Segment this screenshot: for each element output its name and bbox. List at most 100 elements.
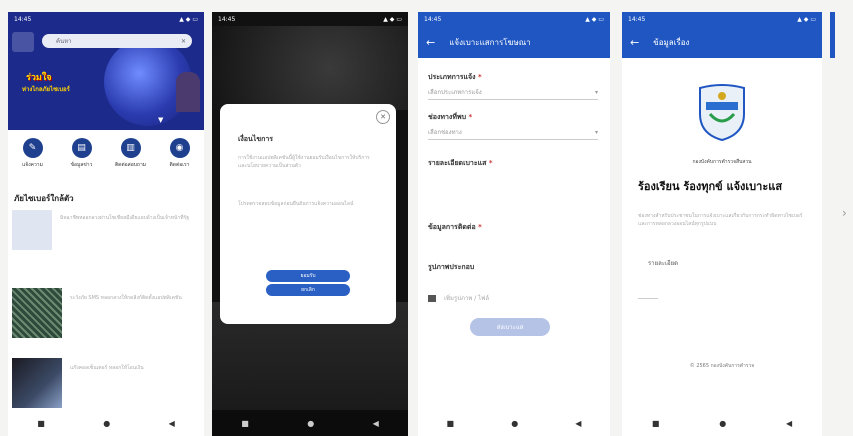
status-time: 14:45	[628, 15, 646, 23]
form-field-detail: รายละเอียดเบาะแส *	[428, 158, 598, 217]
quick-actions: ✎ แจ้งความ ▤ ข้อมูลข่าว ▥ ติดต่อสอบถาม ◉…	[8, 138, 204, 169]
list-item[interactable]: ระวังภัย SMS หลอกลวงให้กดลิงก์ติดตั้งแอป…	[12, 288, 200, 344]
detail-label: รายละเอียด	[648, 260, 679, 267]
form-field-attachment: รูปภาพประกอบ เพิ่มรูปภาพ / ไฟล์	[428, 262, 598, 303]
search-placeholder: ค้นหา	[56, 38, 72, 45]
news-thumbnail	[12, 358, 62, 408]
attach-label: เพิ่มรูปภาพ / ไฟล์	[444, 295, 490, 302]
quick-action-inquiry[interactable]: ▥ ติดต่อสอบถาม	[109, 138, 153, 169]
book-icon: ▥	[120, 138, 141, 158]
cancel-button[interactable]: ยกเลิก	[266, 284, 350, 296]
field-label: ประเภทการแจ้ง *	[428, 73, 482, 81]
close-icon[interactable]: ✕	[181, 38, 186, 45]
contact-input[interactable]	[428, 235, 598, 265]
status-time: 14:45	[424, 15, 442, 23]
back-icon[interactable]: ◀	[786, 419, 792, 428]
list-item[interactable]: มิจฉาชีพหลอกลวงผ่านโซเชียลมีเดียแอบอ้างเ…	[12, 210, 200, 266]
quick-action-label: ติดต่อเรา	[169, 162, 190, 168]
screen-info: 14:45 ▲ ◆ ▭ ← ข้อมูลเรื่อง กองบังคับการต…	[622, 12, 822, 436]
back-icon[interactable]: ◀	[373, 419, 379, 428]
app-header: 14:45 ▲ ◆ ▭ ← แจ้งเบาะแสการโฆษณา	[418, 12, 610, 58]
home-icon[interactable]: ●	[307, 419, 314, 428]
page-title: ข้อมูลเรื่อง	[653, 37, 690, 47]
back-icon[interactable]: ◀	[575, 419, 581, 428]
status-icons: ▲ ◆ ▭	[383, 15, 402, 23]
dialog-text: การใช้งานแอปพลิเคชันนี้ผู้ใช้งานยอมรับเง…	[238, 155, 370, 169]
status-icons: ▲ ◆ ▭	[585, 15, 604, 23]
system-nav-bar: ■ ● ◀	[622, 410, 822, 436]
form-field-type: ประเภทการแจ้ง * เลือกประเภทการแจ้ง ▾	[428, 72, 598, 100]
recent-apps-icon[interactable]: ■	[447, 419, 455, 428]
dialog-text: โปรดตรวจสอบข้อมูลก่อนยืนยันการแจ้งความออ…	[238, 201, 354, 207]
page-title: แจ้งเบาะแสการโฆษณา	[449, 37, 531, 47]
recent-apps-icon[interactable]: ■	[652, 419, 660, 428]
detail-textarea[interactable]	[428, 171, 598, 217]
character-graphic	[176, 72, 200, 112]
chevron-down-icon[interactable]: ▼	[158, 116, 163, 124]
attach-button[interactable]: เพิ่มรูปภาพ / ไฟล์	[428, 293, 598, 303]
list-item[interactable]: แก๊งคอลเซ็นเตอร์ หลอกให้โอนเงิน	[12, 358, 200, 414]
news-text: ระวังภัย SMS หลอกลวงให้กดลิงก์ติดตั้งแอป…	[70, 295, 182, 301]
status-bar: 14:45 ▲ ◆ ▭	[418, 12, 610, 26]
camera-icon	[428, 294, 436, 302]
search-input[interactable]: ค้นหา ✕	[42, 34, 192, 48]
dimmed-background	[212, 26, 408, 110]
app-bar: ← ข้อมูลเรื่อง	[622, 26, 822, 58]
back-arrow-icon[interactable]: ←	[630, 36, 639, 49]
status-bar: 14:45 ▲ ◆ ▭	[622, 12, 822, 26]
back-arrow-icon[interactable]: ←	[426, 36, 435, 49]
pen-icon: ✎	[22, 138, 43, 158]
system-nav-bar: ■ ● ◀	[212, 410, 408, 436]
content-body: ช่องทางสำหรับประชาชนในการแจ้งเบาะแสเกี่ย…	[638, 213, 803, 227]
field-label: ช่องทางที่พบ *	[428, 113, 473, 121]
content-heading: ร้องเรียน ร้องทุกข์ แจ้งเบาะแส	[638, 180, 783, 193]
system-nav-bar: ■ ● ◀	[8, 410, 204, 436]
chevron-right-icon[interactable]: ›	[842, 206, 847, 220]
home-icon[interactable]: ●	[511, 419, 518, 428]
news-thumbnail	[12, 210, 52, 250]
system-nav-bar: ■ ● ◀	[418, 410, 610, 436]
chevron-down-icon: ▾	[594, 128, 598, 136]
banner-title: ร่วมใจ	[26, 73, 52, 83]
recent-apps-icon[interactable]: ■	[241, 419, 249, 428]
news-text: แก๊งคอลเซ็นเตอร์ หลอกให้โอนเงิน	[70, 365, 144, 371]
dialog-title: เงื่อนไขการ	[238, 135, 274, 143]
type-select[interactable]: เลือกประเภทการแจ้ง ▾	[428, 85, 598, 100]
submit-button[interactable]: ส่งเบาะแส	[470, 318, 550, 336]
home-icon[interactable]: ●	[719, 419, 726, 428]
screen-report-form: 14:45 ▲ ◆ ▭ ← แจ้งเบาะแสการโฆษณา ประเภทก…	[418, 12, 610, 436]
form-field-contact: ข้อมูลการติดต่อ *	[428, 222, 598, 265]
banner-subtitle: ห่างไกลภัยไซเบอร์	[22, 86, 70, 93]
accept-button[interactable]: ยอมรับ	[266, 270, 350, 282]
location-pin-icon: ◉	[169, 138, 190, 158]
quick-action-news[interactable]: ▤ ข้อมูลข่าว	[60, 138, 104, 169]
form-field-channel: ช่องทางที่พบ * เลือกช่องทาง ▾	[428, 112, 598, 140]
quick-action-contact[interactable]: ◉ ติดต่อเรา	[158, 138, 202, 169]
field-label: รายละเอียดเบาะแส *	[428, 159, 493, 167]
back-icon[interactable]: ◀	[169, 419, 175, 428]
document-icon: ▤	[71, 138, 92, 158]
quick-action-label: ข้อมูลข่าว	[70, 162, 93, 168]
close-icon[interactable]: ✕	[376, 110, 390, 124]
field-label: รูปภาพประกอบ	[428, 263, 475, 271]
quick-action-report[interactable]: ✎ แจ้งความ	[11, 138, 55, 169]
section-title: ภัยไซเบอร์ใกล้ตัว	[14, 194, 74, 203]
channel-select[interactable]: เลือกช่องทาง ▾	[428, 125, 598, 140]
select-value: เลือกช่องทาง	[428, 129, 462, 136]
recent-apps-icon[interactable]: ■	[37, 419, 45, 428]
quick-action-label: ติดต่อสอบถาม	[114, 162, 147, 168]
org-name: กองบังคับการตำรวจสืบสวน	[692, 159, 752, 165]
status-icons: ▲ ◆ ▭	[797, 15, 816, 23]
news-text: มิจฉาชีพหลอกลวงผ่านโซเชียลมีเดียแอบอ้างเ…	[60, 215, 190, 221]
news-thumbnail	[12, 288, 62, 338]
footer-text: © 2565 กองบังคับการตำรวจ	[689, 363, 755, 369]
select-value: เลือกประเภทการแจ้ง	[428, 89, 482, 96]
app-header: 14:45 ▲ ◆ ▭ ← ข้อมูลเรื่อง	[622, 12, 822, 58]
app-bar: ← แจ้งเบาะแสการโฆษณา	[418, 26, 610, 58]
next-screen-edge	[830, 12, 835, 58]
police-emblem	[694, 84, 750, 142]
app-logo	[12, 32, 34, 52]
terms-dialog: ✕ เงื่อนไขการ การใช้งานแอปพลิเคชันนี้ผู้…	[220, 104, 396, 324]
status-bar: 14:45 ▲ ◆ ▭	[212, 12, 408, 26]
home-icon[interactable]: ●	[103, 419, 110, 428]
